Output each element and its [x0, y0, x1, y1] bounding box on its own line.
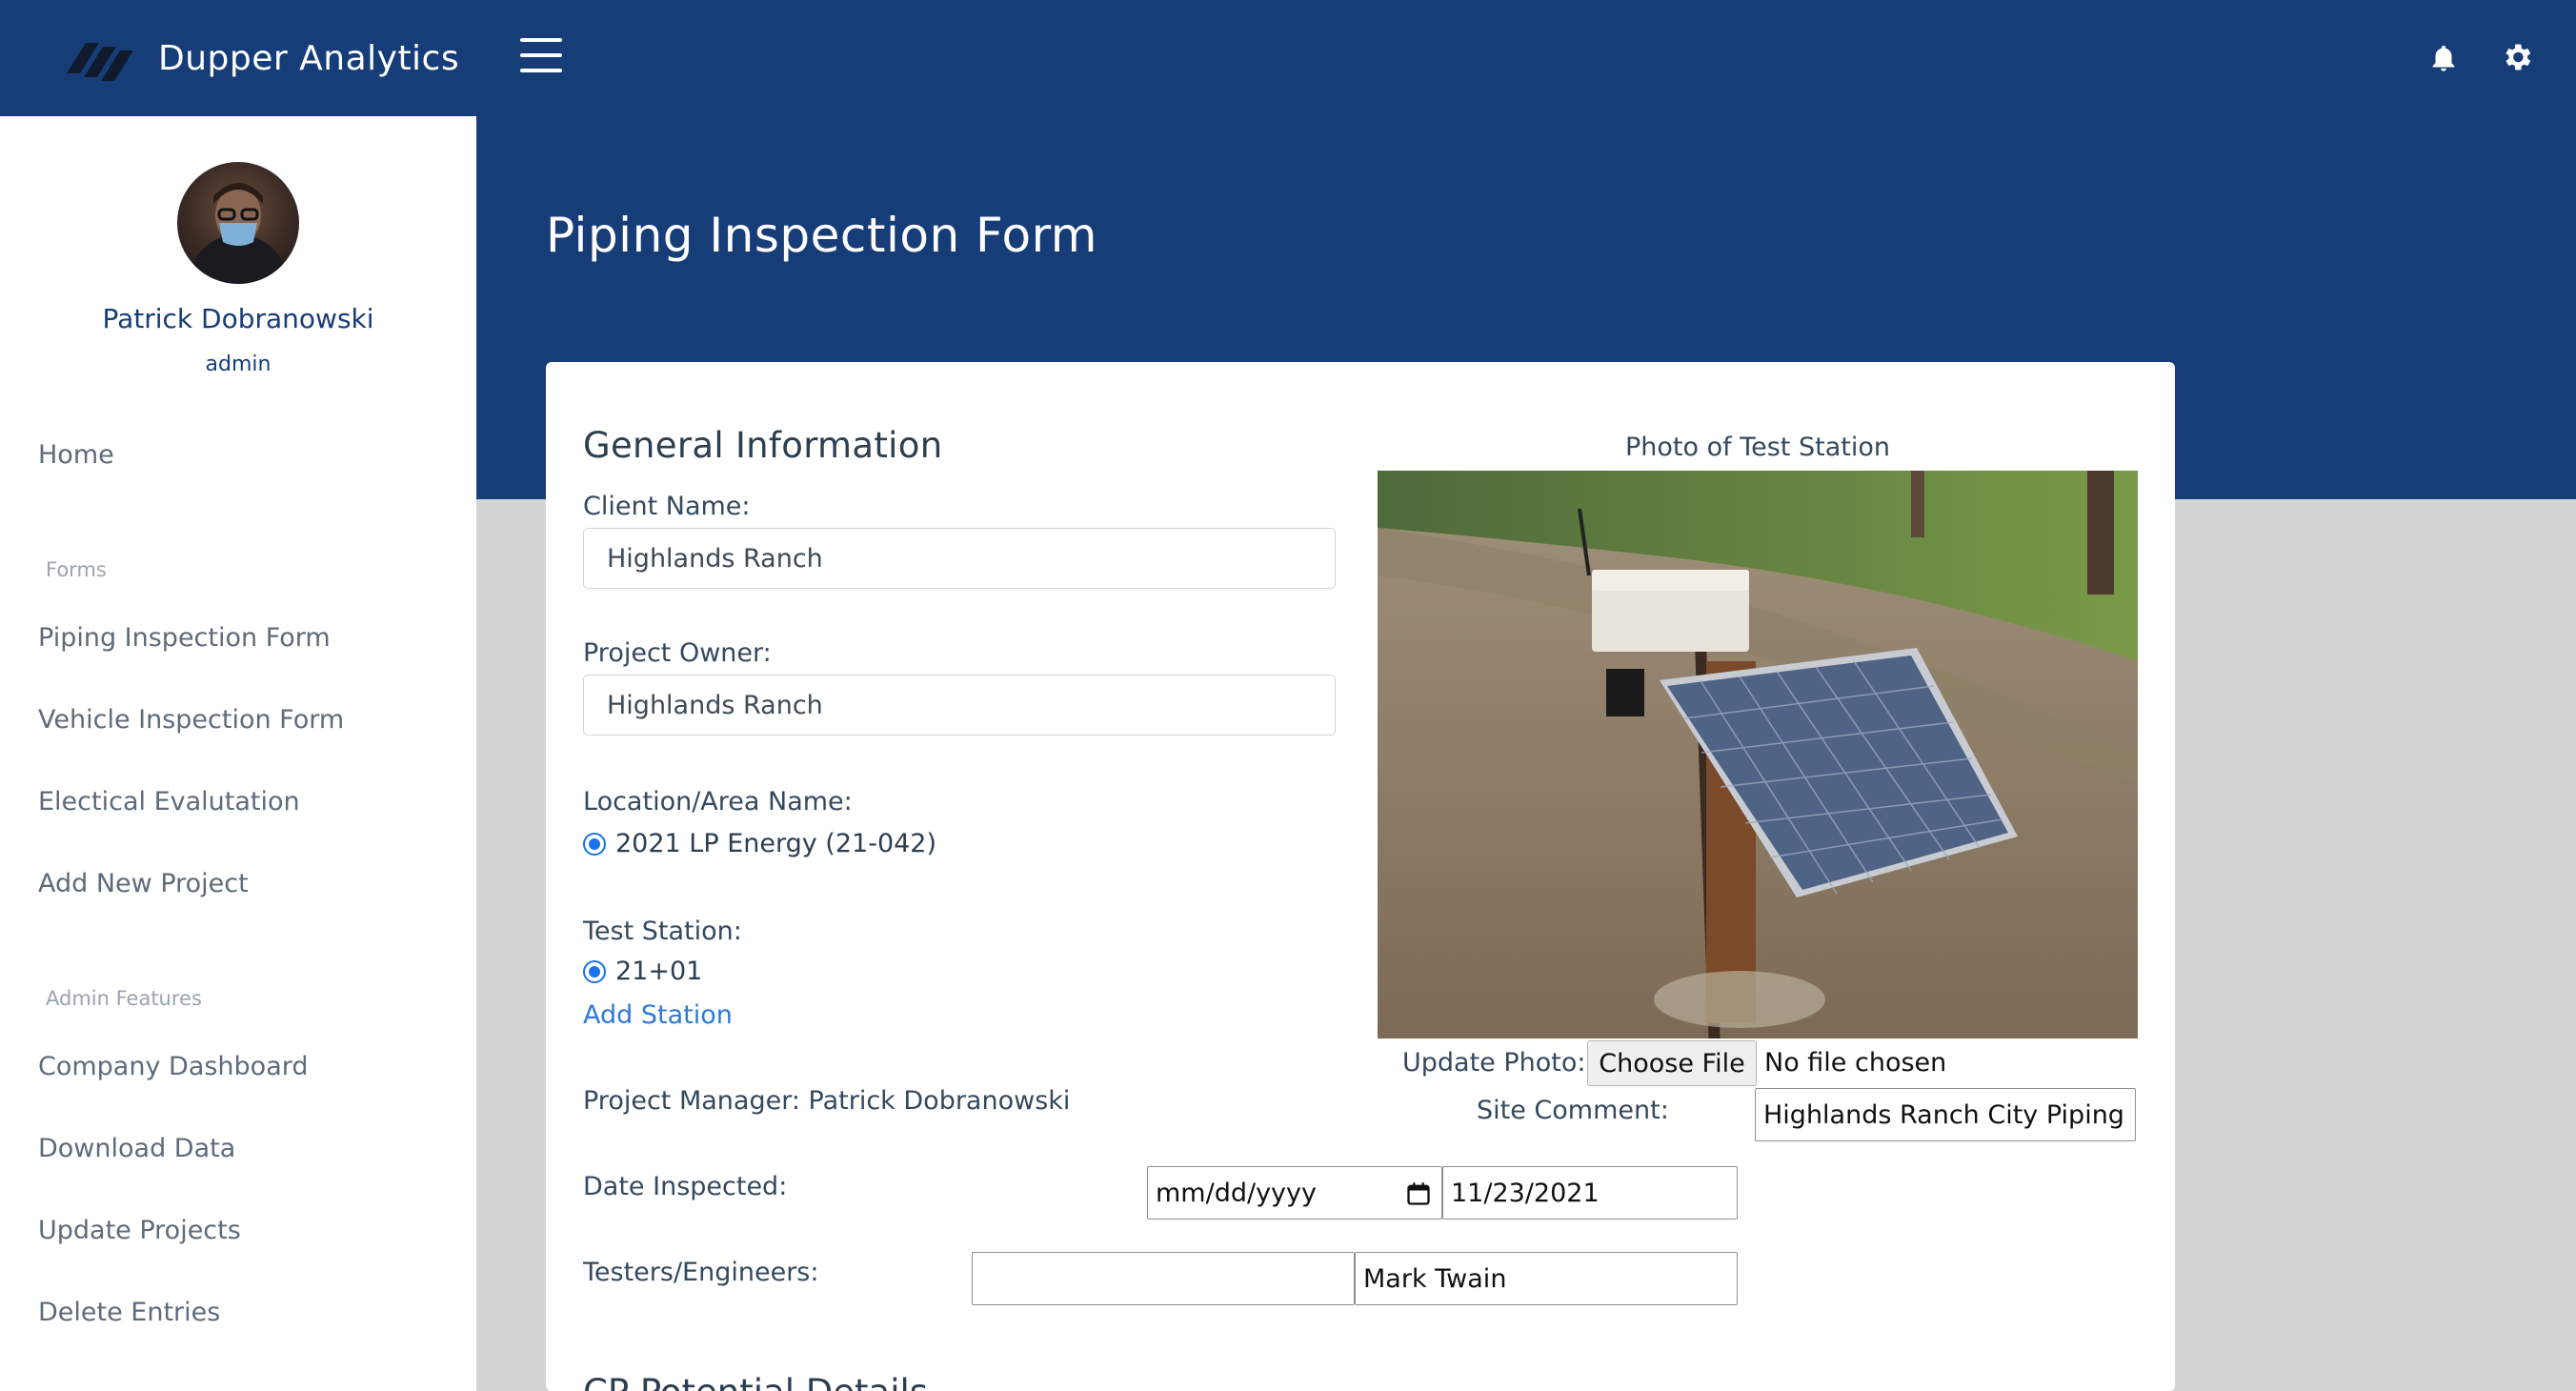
brand-name: Dupper Analytics	[158, 38, 460, 78]
section-title-general: General Information	[583, 425, 943, 466]
sidebar-section-admin: Admin Features	[46, 987, 202, 1010]
test-station-radio[interactable]	[583, 960, 606, 983]
update-photo-label: Update Photo:	[1402, 1048, 1586, 1078]
gear-icon[interactable]	[2500, 40, 2534, 74]
no-file-chosen-text: No file chosen	[1764, 1048, 1947, 1078]
avatar[interactable]	[177, 162, 299, 284]
sidebar-item-piping-inspection[interactable]: Piping Inspection Form	[38, 623, 331, 653]
sidebar-section-forms: Forms	[46, 558, 107, 581]
location-radio[interactable]	[583, 833, 606, 856]
sidebar-item-delete-entries[interactable]: Delete Entries	[38, 1298, 220, 1327]
section-title-cp-potential: CP Potential Details	[583, 1372, 928, 1391]
sidebar-item-electrical-evaluation[interactable]: Electical Evalutation	[38, 787, 300, 816]
site-comment-input[interactable]: Highlands Ranch City Piping	[1755, 1088, 2136, 1141]
sidebar-item-download-data[interactable]: Download Data	[38, 1134, 235, 1163]
sidebar-item-vehicle-inspection[interactable]: Vehicle Inspection Form	[38, 705, 344, 735]
date-inspected-label: Date Inspected:	[583, 1172, 788, 1201]
project-manager-text: Project Manager: Patrick Dobranowski	[583, 1086, 1071, 1116]
client-name-label: Client Name:	[583, 492, 751, 521]
photo-caption: Photo of Test Station	[1625, 433, 1890, 462]
brand-logo-icon	[67, 43, 133, 81]
choose-file-button[interactable]: Choose File	[1587, 1040, 1757, 1086]
calendar-icon[interactable]	[1405, 1180, 1432, 1207]
page-title: Piping Inspection Form	[546, 208, 1097, 263]
location-label: Location/Area Name:	[583, 787, 853, 816]
location-option-label: 2021 LP Energy (21-042)	[615, 829, 937, 858]
sidebar: Patrick Dobranowski admin Home Forms Pip…	[0, 116, 476, 1391]
project-owner-input[interactable]: Highlands Ranch	[583, 675, 1336, 736]
test-station-option-label: 21+01	[615, 957, 703, 986]
avatar-image	[189, 183, 288, 284]
test-station-label: Test Station:	[583, 917, 742, 946]
client-name-input[interactable]: Highlands Ranch	[583, 528, 1336, 589]
bell-icon[interactable]	[2427, 42, 2460, 76]
menu-icon[interactable]	[520, 38, 562, 72]
sidebar-item-add-project[interactable]: Add New Project	[38, 869, 249, 898]
testers-label: Testers/Engineers:	[583, 1258, 819, 1287]
date-placeholder: mm/dd/yyyy	[1156, 1178, 1317, 1208]
date-input[interactable]: mm/dd/yyyy	[1147, 1166, 1442, 1220]
brand[interactable]: Dupper Analytics	[0, 0, 476, 116]
sidebar-item-update-projects[interactable]: Update Projects	[38, 1216, 241, 1245]
sidebar-item-home[interactable]: Home	[38, 440, 114, 470]
test-station-photo	[1378, 471, 2138, 1038]
add-station-link[interactable]: Add Station	[583, 1000, 733, 1030]
date-inspected-value-input[interactable]: 11/23/2021	[1442, 1166, 1738, 1220]
sidebar-item-company-dashboard[interactable]: Company Dashboard	[38, 1052, 309, 1081]
project-owner-label: Project Owner:	[583, 638, 772, 668]
user-role: admin	[205, 353, 272, 376]
user-name[interactable]: Patrick Dobranowski	[0, 303, 476, 334]
site-comment-label: Site Comment:	[1477, 1096, 1669, 1125]
testers-input-1[interactable]	[972, 1252, 1355, 1305]
testers-input-2[interactable]: Mark Twain	[1355, 1252, 1738, 1305]
